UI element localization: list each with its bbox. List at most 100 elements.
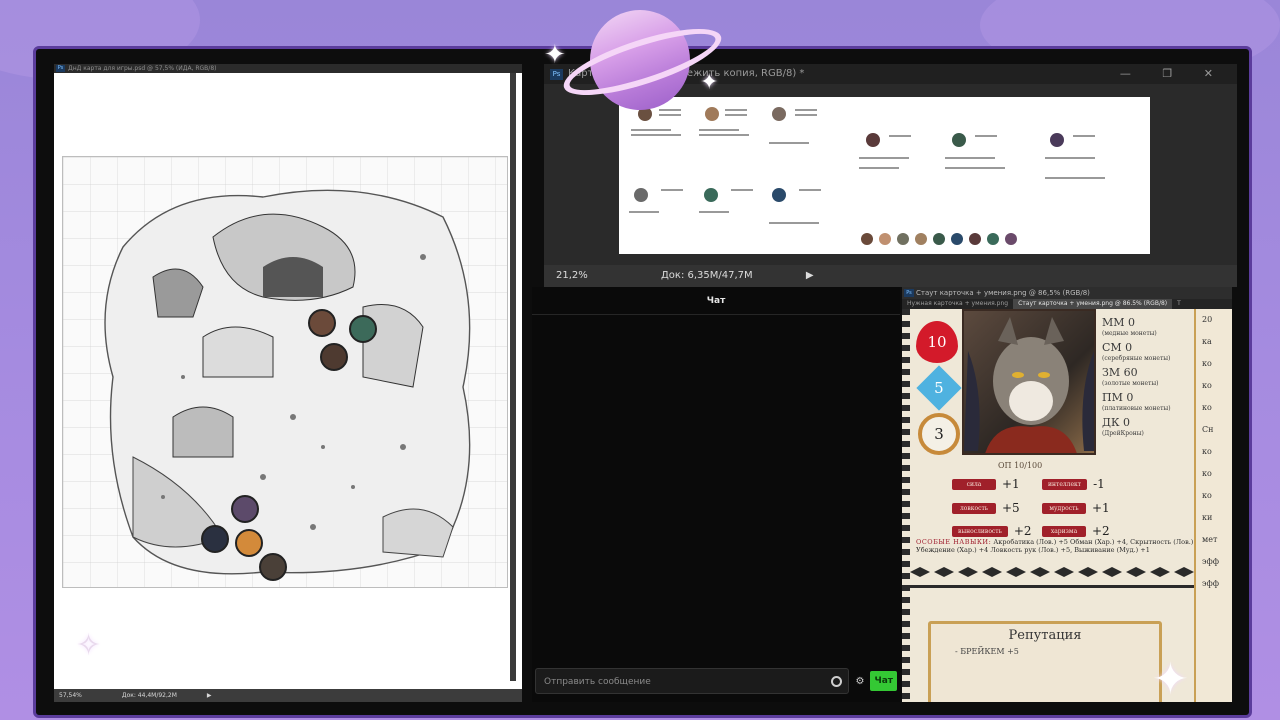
coin-gold: ЗМ 60 [1102, 366, 1138, 379]
ability-strength: сила +1 [952, 477, 1020, 491]
status-bar: 21,2% Док: 6,35M/47,7M ▶ [544, 265, 1237, 287]
window-titlebar[interactable]: Ps ДнД карта для игры.psd @ 57,5% (ИДА, … [54, 64, 522, 73]
coin-drakcrown: ДК 0 [1102, 416, 1130, 429]
hp-heart-icon: 10 [916, 321, 958, 363]
photoshop-icon: Ps [904, 289, 914, 297]
skills-label: ОСОБЫЕ НАВЫКИ: [916, 538, 992, 546]
level-value: 3 [934, 425, 944, 443]
side-entry: ко [1202, 447, 1212, 456]
coin-platinum-desc: (платиновые монеты) [1102, 405, 1171, 412]
zoom-level[interactable]: 57,54% [54, 689, 82, 702]
side-entry: ко [1202, 491, 1212, 500]
player-token[interactable] [235, 529, 263, 557]
player-token[interactable] [201, 525, 229, 553]
tab-other[interactable]: Т [1172, 299, 1186, 309]
coin-copper-desc: (медные монеты) [1102, 330, 1157, 337]
chat-send-button[interactable]: Чат [870, 671, 897, 691]
character-portrait [962, 309, 1096, 455]
card-thumbnails [629, 107, 1105, 245]
side-entry: 20 [1202, 315, 1213, 324]
minimize-button[interactable]: — [1120, 67, 1145, 80]
coin-silver-desc: (серебряные монеты) [1102, 355, 1171, 362]
window-controls[interactable]: — ❐ ✕ [1120, 64, 1227, 84]
side-entry: эфф [1202, 557, 1220, 566]
document-canvas[interactable]: ✧ [54, 73, 516, 681]
armor-value: 5 [934, 378, 944, 397]
coin-drakcrown-desc: (ДрейКроны) [1102, 430, 1144, 437]
chat-placeholder: Отправить сообщение [544, 677, 651, 687]
ability-intelligence: интеллект -1 [1042, 477, 1105, 491]
character-sheet: 10 5 3 ММ 0 (медные монеты) СМ 0 (серебр… [902, 309, 1232, 702]
decorative-divider [910, 567, 1196, 588]
ability-value: +1 [1002, 477, 1020, 491]
sparkle-icon: ✦ [700, 70, 719, 95]
ability-value: -1 [1093, 477, 1105, 491]
ability-tag: интеллект [1042, 478, 1088, 490]
character-sheet-window[interactable]: Ps Стаут карточка + умения.png @ 86,5% (… [902, 287, 1232, 702]
ability-wisdom: мудрость +1 [1042, 501, 1110, 515]
player-token[interactable] [349, 315, 377, 343]
player-token[interactable] [308, 309, 336, 337]
sparkle-icon: ✧ [76, 628, 102, 663]
window-title: ДнД карта для игры.psd @ 57,5% (ИДА, RGB… [68, 65, 217, 72]
photoshop-icon: Ps [550, 69, 563, 80]
ability-value: +2 [1013, 524, 1032, 538]
player-token[interactable] [259, 553, 287, 581]
experience-points: ОП 10/100 [998, 461, 1043, 470]
window-title: Стаут карточка + умения.png @ 86,5% (RGB… [916, 289, 1090, 297]
reputation-title: Репутация [1008, 628, 1082, 643]
close-button[interactable]: ✕ [1204, 67, 1227, 80]
reputation-box: Репутация - БРЕЙКЕМ +5 [928, 621, 1162, 702]
chat-input-row: Отправить сообщение ⚙ Чат [532, 668, 900, 694]
reputation-entry: - БРЕЙКЕМ +5 [955, 647, 1019, 656]
card-sheet-canvas[interactable] [619, 97, 1150, 254]
tab-card-skills[interactable]: Нужная карточка + умения.png [902, 299, 1013, 309]
coins-list: ММ 0 (медные монеты) СМ 0 (серебряные мо… [1102, 317, 1192, 442]
special-skills: ОСОБЫЕ НАВЫКИ: Акробатика (Лов.) +5 Обма… [916, 538, 1216, 554]
ability-tag: мудрость [1042, 502, 1086, 514]
side-entry: Сн [1202, 425, 1214, 434]
tab-staut-card[interactable]: Стаут карточка + умения.png @ 86.5% (RGB… [1013, 299, 1173, 309]
map-sketch [63, 157, 507, 587]
dungeon-map[interactable] [62, 156, 508, 588]
stream-frame: Ps ДнД карта для игры.psd @ 57,5% (ИДА, … [33, 46, 1252, 718]
player-token[interactable] [320, 343, 348, 371]
coin-silver: СМ 0 [1102, 341, 1133, 354]
doc-info[interactable]: Док: 44,4M/92,2M [82, 689, 177, 702]
doc-info[interactable]: Док: 6,35M/47,7M [591, 270, 753, 281]
side-entry: ко [1202, 403, 1212, 412]
level-ring-icon: 3 [918, 413, 960, 455]
ability-value: +1 [1092, 501, 1110, 515]
side-entry: мет [1202, 535, 1218, 544]
ability-charisma: харизма +2 [1042, 524, 1110, 538]
coin-platinum: ПМ 0 [1102, 391, 1134, 404]
play-icon[interactable]: ▶ [756, 270, 814, 281]
maximize-button[interactable]: ❐ [1162, 67, 1186, 80]
zoom-level[interactable]: 21,2% [544, 270, 588, 281]
coin-gold-desc: (золотые монеты) [1102, 380, 1159, 387]
gear-icon[interactable]: ⚙ [855, 676, 864, 687]
window-titlebar[interactable]: Ps Стаут карточка + умения.png @ 86,5% (… [902, 287, 1232, 299]
chat-message-input[interactable]: Отправить сообщение [535, 668, 850, 694]
ability-tag: ловкость [952, 502, 996, 514]
ability-tag: сила [952, 478, 996, 490]
side-entry: ка [1202, 337, 1212, 346]
emoji-icon[interactable] [831, 676, 843, 687]
sparkle-icon: ✦ [1152, 654, 1189, 702]
sparkle-icon: ✦ [544, 40, 566, 70]
hp-value: 10 [927, 333, 947, 351]
side-entry: ко [1202, 359, 1212, 368]
photoshop-icon: Ps [56, 65, 65, 72]
player-token[interactable] [231, 495, 259, 523]
ability-value: +2 [1092, 524, 1110, 538]
map-document-window[interactable]: Ps ДнД карта для игры.psd @ 57,5% (ИДА, … [54, 64, 522, 702]
side-entry: ко [1202, 381, 1212, 390]
lynx-portrait-icon [964, 317, 1094, 453]
side-column: 20 ка ко ко ко Сн ко ко ко ки мет эфф эф… [1194, 309, 1232, 702]
play-icon[interactable]: ▶ [177, 689, 212, 702]
coin-copper: ММ 0 [1102, 316, 1136, 329]
ability-tag: выносливость [952, 525, 1008, 537]
document-tabs: Нужная карточка + умения.png Стаут карто… [902, 299, 1232, 309]
ability-value: +5 [1002, 501, 1020, 515]
ability-dexterity: ловкость +5 [952, 501, 1020, 515]
